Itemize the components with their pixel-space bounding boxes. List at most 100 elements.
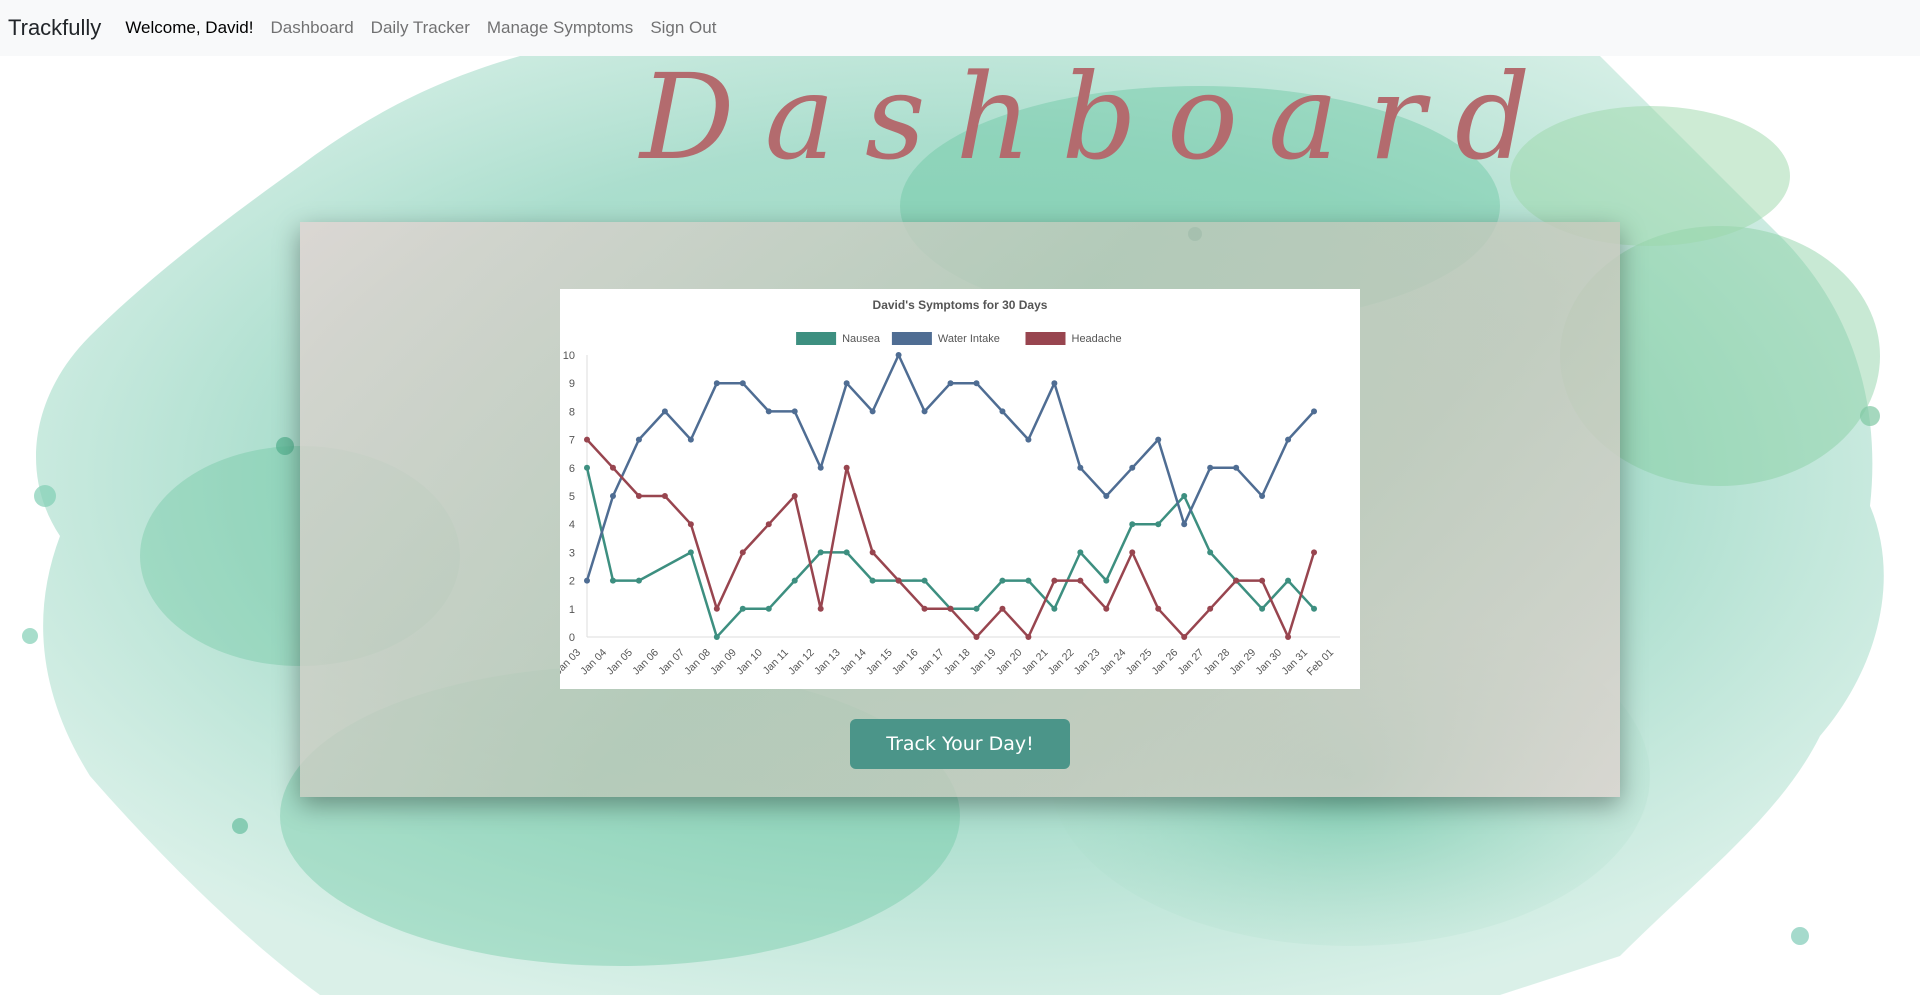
data-point [947,605,954,612]
data-point [1025,634,1032,640]
y-tick-label: 7 [569,435,575,447]
x-tick-label: Jan 23 [1072,647,1103,678]
data-point [687,521,694,528]
data-point [1259,605,1266,612]
nav-link-daily-tracker[interactable]: Daily Tracker [371,18,470,38]
data-point [635,436,642,443]
x-tick-label: Jan 24 [1098,647,1129,678]
data-point [1077,577,1084,584]
data-point [661,408,668,415]
x-tick-label: Jan 30 [1253,647,1284,678]
data-point [1311,408,1318,415]
data-point [817,605,824,612]
data-point [1051,605,1058,612]
x-tick-label: Jan 20 [994,647,1025,678]
data-point [895,352,902,358]
data-point [1077,549,1084,556]
data-point [1311,605,1318,612]
data-point [1207,605,1214,612]
x-tick-label: Jan 28 [1201,647,1232,678]
chart-title: David's Symptoms for 30 Days [873,298,1048,312]
x-tick-label: Jan 11 [761,647,791,677]
y-tick-label: 2 [569,576,575,588]
x-tick-label: Jan 13 [812,647,843,678]
x-tick-label: Jan 05 [604,647,635,678]
data-point [1025,577,1032,584]
x-tick-label: Jan 18 [942,647,973,678]
y-tick-label: 9 [569,378,575,390]
data-point [817,549,824,556]
chart-svg: David's Symptoms for 30 Days Nausea Water… [552,298,1340,678]
data-point [765,605,772,612]
data-point [1181,521,1188,528]
data-point [869,408,876,415]
nav-link-sign-out[interactable]: Sign Out [650,18,716,38]
data-point [635,577,642,584]
y-tick-label: 6 [569,463,575,475]
brand-logo[interactable]: Trackfully [8,15,101,41]
data-point [791,577,798,584]
legend-swatch [891,332,932,345]
data-point [843,380,850,387]
data-point [973,380,980,387]
data-point [1103,577,1110,584]
top-navbar: Trackfully Welcome, David! Dashboard Dai… [0,0,1920,56]
data-point [765,521,772,528]
data-point [817,464,824,471]
data-point [1207,464,1214,471]
data-point [1207,549,1214,556]
data-point [713,380,720,387]
data-point [1285,634,1292,640]
data-point [1285,577,1292,584]
data-point [1181,634,1188,640]
data-point [713,605,720,612]
x-tick-label: Jan 19 [968,647,999,678]
x-tick-label: Jan 22 [1046,647,1077,678]
nav-link-dashboard[interactable]: Dashboard [271,18,354,38]
data-point [739,605,746,612]
y-tick-label: 5 [569,491,575,503]
page-title: Dashboard [640,48,1561,186]
x-tick-label: Jan 06 [630,647,661,678]
data-point [921,408,928,415]
x-tick-label: Jan 15 [864,647,895,678]
y-tick-label: 0 [569,632,575,644]
data-point [713,634,720,640]
data-point [895,577,902,584]
data-point [635,493,642,499]
data-point [609,493,616,499]
data-point [609,577,616,584]
x-tick-label: Jan 03 [560,647,583,678]
track-your-day-button[interactable]: Track Your Day! [850,719,1070,769]
welcome-text: Welcome, David! [125,18,254,37]
data-point [1285,436,1292,443]
data-point [1129,464,1136,471]
symptoms-chart: David's Symptoms for 30 Days Nausea Water… [552,289,1360,689]
data-point [1051,577,1058,584]
data-point [1259,493,1266,499]
data-point [584,464,590,471]
data-point [973,605,980,612]
chart-legend: Nausea Water Intake Headache [796,332,1122,345]
data-point [687,436,694,443]
y-tick-label: 1 [569,604,575,616]
data-point [765,408,772,415]
series-line [585,353,1315,581]
data-point [973,634,980,640]
data-point [1259,577,1266,584]
data-point [1103,493,1110,499]
x-tick-label: Jan 25 [1124,647,1155,678]
y-tick-label: 8 [569,406,575,418]
nav-link-manage-symptoms[interactable]: Manage Symptoms [487,18,633,38]
data-point [921,605,928,612]
data-point [999,605,1006,612]
data-point [1155,605,1162,612]
data-point [1077,464,1084,471]
legend-swatch [1025,332,1066,345]
data-point [791,408,798,415]
legend-label: Nausea [842,333,881,345]
data-point [661,493,668,499]
data-point [947,380,954,387]
data-point [1129,549,1136,556]
y-tick-label: 10 [563,350,575,362]
